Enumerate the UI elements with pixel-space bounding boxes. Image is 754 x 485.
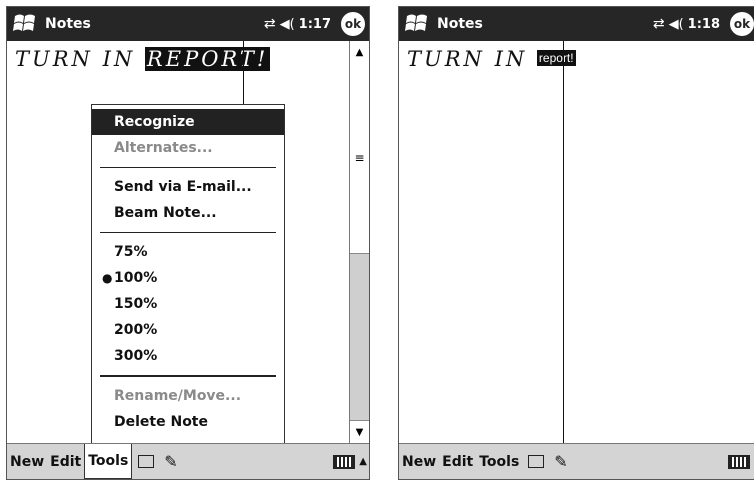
recognized-text: report! bbox=[536, 50, 576, 66]
handwriting-selected: REPORT! bbox=[144, 47, 271, 71]
scroll-thumb[interactable]: ≡ bbox=[350, 63, 369, 254]
menu-item-zoom-200[interactable]: 200% bbox=[92, 317, 284, 343]
vertical-scrollbar[interactable]: ▲ ≡ ▼ bbox=[349, 41, 369, 443]
menu-tools[interactable]: Tools bbox=[84, 444, 133, 479]
menu-item-delete-note[interactable]: Delete Note bbox=[92, 409, 284, 435]
menu-item-zoom-75[interactable]: 75% bbox=[92, 239, 284, 265]
menu-edit[interactable]: Edit bbox=[47, 448, 84, 476]
menu-item-alternates: Alternates... bbox=[114, 140, 213, 156]
scroll-down-button[interactable]: ▼ bbox=[350, 420, 369, 443]
ok-button[interactable]: ok bbox=[341, 12, 365, 36]
recording-toolbar-icon[interactable] bbox=[138, 455, 155, 468]
menu-separator bbox=[100, 375, 276, 377]
handwriting-plain: TURN IN bbox=[15, 47, 145, 71]
menu-item-send-email[interactable]: Send via E-mail... bbox=[92, 174, 284, 200]
up-arrow-icon[interactable]: ▲ bbox=[359, 456, 367, 467]
keyboard-icon[interactable] bbox=[333, 454, 356, 469]
menu-new[interactable]: New bbox=[399, 448, 439, 476]
ok-button[interactable]: ok bbox=[730, 12, 754, 36]
connectivity-icon[interactable]: ⇄ bbox=[653, 16, 665, 32]
check-bullet-icon: ● bbox=[102, 271, 113, 285]
windows-flag-icon[interactable] bbox=[11, 10, 41, 38]
menu-separator bbox=[100, 232, 276, 233]
connectivity-icon[interactable]: ⇄ bbox=[264, 16, 276, 32]
tools-popup-menu: Recognize Alternates... Send via E-mail.… bbox=[91, 104, 285, 448]
notes-screen-after: Notes ⇄ ◀( 1:18 ok TURN IN report! New E… bbox=[398, 6, 754, 480]
menu-edit[interactable]: Edit bbox=[439, 448, 476, 476]
grip-icon: ≡ bbox=[354, 151, 365, 165]
menu-item-rename-move: Rename/Move... bbox=[114, 388, 242, 404]
handwritten-note: TURN IN REPORT! bbox=[15, 47, 271, 71]
speaker-icon[interactable]: ◀( bbox=[280, 17, 295, 32]
clock[interactable]: 1:18 bbox=[688, 17, 720, 32]
menu-tools[interactable]: Tools bbox=[476, 448, 522, 476]
note-canvas[interactable]: TURN IN report! bbox=[399, 41, 754, 443]
keyboard-icon[interactable] bbox=[728, 454, 750, 469]
scroll-up-button[interactable]: ▲ bbox=[350, 41, 369, 64]
handwritten-note: TURN IN report! bbox=[407, 47, 576, 71]
speaker-icon[interactable]: ◀( bbox=[669, 17, 684, 32]
app-title: Notes bbox=[45, 16, 91, 32]
menu-item-beam-note[interactable]: Beam Note... bbox=[92, 200, 284, 226]
menu-item-zoom-300[interactable]: 300% bbox=[92, 343, 284, 369]
handwriting-plain: TURN IN bbox=[407, 47, 537, 71]
title-bar: Notes ⇄ ◀( 1:17 ok bbox=[7, 7, 369, 41]
menu-bar: New Edit Tools ✎ bbox=[399, 443, 754, 479]
pen-icon[interactable]: ✎ bbox=[554, 452, 567, 471]
pen-icon[interactable]: ✎ bbox=[164, 452, 177, 471]
menu-new[interactable]: New bbox=[7, 448, 47, 476]
app-title: Notes bbox=[437, 16, 483, 32]
menu-item-zoom-150[interactable]: 150% bbox=[92, 291, 284, 317]
clock[interactable]: 1:17 bbox=[299, 17, 331, 32]
menu-bar: New Edit Tools ✎ ▲ bbox=[7, 443, 369, 479]
title-bar: Notes ⇄ ◀( 1:18 ok bbox=[399, 7, 754, 41]
insertion-line bbox=[563, 41, 564, 443]
recording-toolbar-icon[interactable] bbox=[528, 455, 545, 468]
menu-item-zoom-100[interactable]: ● 100% bbox=[92, 265, 284, 291]
windows-flag-icon[interactable] bbox=[403, 10, 433, 38]
menu-separator bbox=[100, 167, 276, 168]
menu-item-recognize[interactable]: Recognize bbox=[92, 109, 284, 135]
notes-screen-before: Notes ⇄ ◀( 1:17 ok TURN IN REPORT! ▲ ≡ ▼… bbox=[6, 6, 370, 480]
zoom-100-label: 100% bbox=[114, 270, 158, 286]
